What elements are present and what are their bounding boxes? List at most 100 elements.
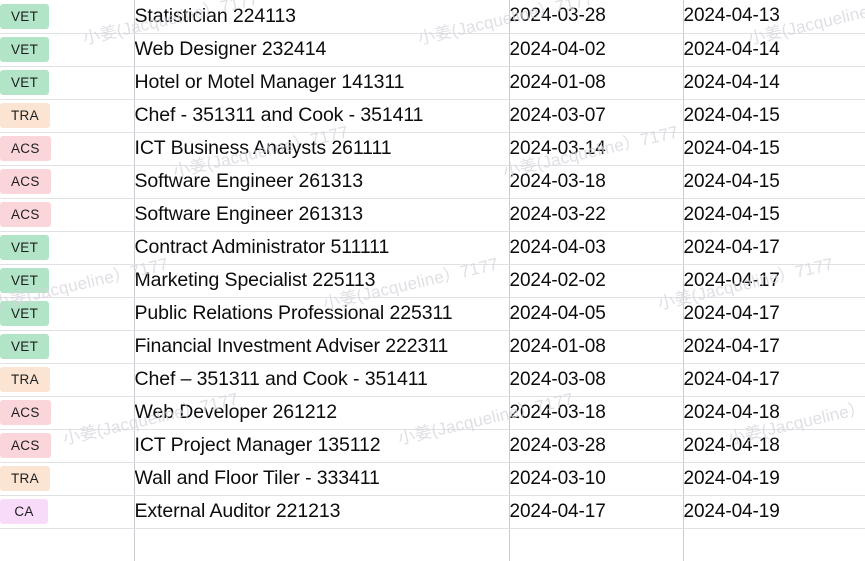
date-invited-cell: 2024-04-15: [683, 132, 865, 166]
category-badge: ACS: [0, 399, 51, 426]
table-row[interactable]: VET Public Relations Professional 225311 2…: [0, 297, 865, 331]
date-invited-cell: 2024-04-18: [683, 429, 865, 463]
data-table: VET Statistician 224113 2024-03-28 2024-04-…: [0, 0, 865, 561]
table-row[interactable]: TRA Wall and Floor Tiler - 333411 2024-03-…: [0, 462, 865, 496]
table-cell-partial: [683, 528, 865, 561]
category-cell: VET: [0, 297, 135, 331]
table-row[interactable]: VET Web Designer 232414 2024-04-02 2024-04-…: [0, 33, 865, 67]
occupation-cell: ICT Business Analysts 261111: [134, 132, 510, 166]
category-cell: ACS: [0, 198, 135, 232]
occupation-cell: Contract Administrator 511111: [134, 231, 510, 265]
date-submitted-cell: 2024-04-05: [509, 297, 684, 331]
date-submitted-cell: 2024-03-18: [509, 396, 684, 430]
category-badge: TRA: [0, 102, 50, 129]
table-row[interactable]: VET Contract Administrator 511111 2024-04-…: [0, 231, 865, 265]
category-cell: TRA: [0, 363, 135, 397]
date-invited-cell: 2024-04-15: [683, 198, 865, 232]
table-row[interactable]: VET Statistician 224113 2024-03-28 2024-04-…: [0, 0, 865, 34]
category-cell: ACS: [0, 396, 135, 430]
category-badge: ACS: [0, 201, 51, 228]
table-row[interactable]: ACS ICT Business Analysts 261111 2024-03-1…: [0, 132, 865, 166]
category-badge: ACS: [0, 432, 51, 459]
date-invited-cell: 2024-04-15: [683, 99, 865, 133]
table-row[interactable]: VET Hotel or Motel Manager 141311 2024-01-…: [0, 66, 865, 100]
table-row[interactable]: TRA Chef – 351311 and Cook - 351411 2024-0…: [0, 363, 865, 397]
category-badge: ACS: [0, 135, 51, 162]
date-submitted-cell: 2024-01-08: [509, 330, 684, 364]
date-invited-cell: 2024-04-19: [683, 495, 865, 529]
date-submitted-cell: 2024-03-08: [509, 363, 684, 397]
category-badge: TRA: [0, 366, 50, 393]
table-cell-partial: [134, 528, 510, 561]
occupation-cell: Wall and Floor Tiler - 333411: [134, 462, 510, 496]
date-submitted-cell: 2024-04-03: [509, 231, 684, 265]
category-cell: VET: [0, 33, 135, 67]
occupation-cell: Public Relations Professional 225311: [134, 297, 510, 331]
occupation-cell: Marketing Specialist 225113: [134, 264, 510, 298]
occupation-cell: External Auditor 221213: [134, 495, 510, 529]
occupation-cell: Web Designer 232414: [134, 33, 510, 67]
occupation-cell: Chef – 351311 and Cook - 351411: [134, 363, 510, 397]
occupation-cell: Software Engineer 261313: [134, 198, 510, 232]
table-row[interactable]: ACS ICT Project Manager 135112 2024-03-28 2…: [0, 429, 865, 463]
date-submitted-cell: 2024-03-14: [509, 132, 684, 166]
date-submitted-cell: 2024-03-10: [509, 462, 684, 496]
table-row[interactable]: TRA Chef - 351311 and Cook - 351411 2024-0…: [0, 99, 865, 133]
date-submitted-cell: 2024-01-08: [509, 66, 684, 100]
category-badge: VET: [0, 3, 50, 29]
occupation-cell: Web Developer 261212: [134, 396, 510, 430]
category-badge: ACS: [0, 168, 51, 195]
date-invited-cell: 2024-04-19: [683, 462, 865, 496]
date-invited-cell: 2024-04-17: [683, 297, 865, 331]
occupation-invitation-table: VET Statistician 224113 2024-03-28 2024-04-…: [0, 0, 865, 561]
date-invited-cell: 2024-04-17: [683, 264, 865, 298]
occupation-cell: Hotel or Motel Manager 141311: [134, 66, 510, 100]
date-submitted-cell: 2024-02-02: [509, 264, 684, 298]
category-cell: VET: [0, 330, 135, 364]
table-cell-partial: [0, 528, 135, 561]
date-submitted-cell: 2024-03-28: [509, 429, 684, 463]
category-cell: CA: [0, 495, 135, 529]
table-body: VET Statistician 224113 2024-03-28 2024-04-…: [0, 0, 865, 561]
occupation-cell: Financial Investment Adviser 222311: [134, 330, 510, 364]
table-row[interactable]: VET Marketing Specialist 225113 2024-02-02…: [0, 264, 865, 298]
table-row[interactable]: CA External Auditor 221213 2024-04-17 2024-…: [0, 495, 865, 529]
category-badge: TRA: [0, 465, 50, 492]
table-row-partial[interactable]: [0, 528, 865, 561]
date-submitted-cell: 2024-03-22: [509, 198, 684, 232]
table-cell-partial: [509, 528, 684, 561]
date-invited-cell: 2024-04-14: [683, 66, 865, 100]
date-invited-cell: 2024-04-15: [683, 165, 865, 199]
table-row[interactable]: ACS Software Engineer 261313 2024-03-18 202…: [0, 165, 865, 199]
category-cell: VET: [0, 231, 135, 265]
category-cell: VET: [0, 0, 135, 34]
category-badge: VET: [0, 267, 50, 294]
category-cell: ACS: [0, 165, 135, 199]
occupation-cell: Statistician 224113: [134, 0, 510, 34]
category-cell: ACS: [0, 429, 135, 463]
occupation-cell: Chef - 351311 and Cook - 351411: [134, 99, 510, 133]
date-invited-cell: 2024-04-13: [683, 0, 865, 34]
table-row[interactable]: ACS Web Developer 261212 2024-03-18 2024-04…: [0, 396, 865, 430]
date-invited-cell: 2024-04-17: [683, 231, 865, 265]
category-cell: VET: [0, 66, 135, 100]
category-badge: VET: [0, 333, 50, 360]
category-badge: VET: [0, 234, 50, 261]
date-invited-cell: 2024-04-18: [683, 396, 865, 430]
date-submitted-cell: 2024-03-07: [509, 99, 684, 133]
table-row[interactable]: ACS Software Engineer 261313 2024-03-22 202…: [0, 198, 865, 232]
date-invited-cell: 2024-04-17: [683, 330, 865, 364]
category-cell: VET: [0, 264, 135, 298]
category-badge: VET: [0, 300, 50, 327]
category-cell: TRA: [0, 462, 135, 496]
date-submitted-cell: 2024-03-18: [509, 165, 684, 199]
date-submitted-cell: 2024-04-17: [509, 495, 684, 529]
category-badge: VET: [0, 69, 50, 96]
date-invited-cell: 2024-04-14: [683, 33, 865, 67]
table-row[interactable]: VET Financial Investment Adviser 222311 20…: [0, 330, 865, 364]
occupation-cell: ICT Project Manager 135112: [134, 429, 510, 463]
date-submitted-cell: 2024-04-02: [509, 33, 684, 67]
category-cell: TRA: [0, 99, 135, 133]
date-invited-cell: 2024-04-17: [683, 363, 865, 397]
date-submitted-cell: 2024-03-28: [509, 0, 684, 34]
